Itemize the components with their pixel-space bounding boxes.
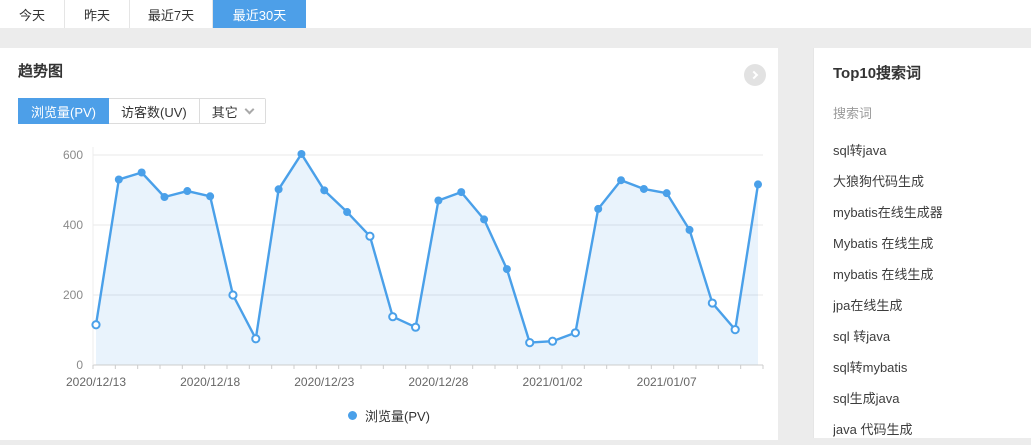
data-point[interactable] — [503, 265, 511, 273]
data-point-hollow[interactable] — [366, 233, 373, 240]
y-axis-label: 200 — [63, 288, 83, 302]
data-point[interactable] — [343, 208, 351, 216]
expand-arrow-button[interactable] — [744, 64, 766, 86]
x-axis-label: 2020/12/28 — [408, 375, 468, 389]
data-point[interactable] — [183, 187, 191, 195]
date-tab-2[interactable]: 最近7天 — [130, 0, 213, 28]
data-point[interactable] — [275, 185, 283, 193]
trend-panel: 趋势图 浏览量(PV) 访客数(UV) 其它 0 200 400 600 2020/12/1… — [0, 48, 778, 440]
date-range-tabbar: 今天昨天最近7天最近30天 — [0, 0, 1031, 28]
x-axis-label: 2020/12/23 — [294, 375, 354, 389]
data-point-hollow[interactable] — [526, 339, 533, 346]
search-word-column-header: 搜索词 — [833, 103, 1031, 123]
search-word-item-7[interactable]: sql转mybatis — [833, 351, 1031, 382]
chevron-down-icon — [244, 104, 254, 114]
x-axis-label: 2021/01/02 — [523, 375, 583, 389]
y-axis-label: 0 — [76, 358, 83, 372]
legend-label: 浏览量(PV) — [365, 406, 430, 425]
chart-legend[interactable]: 浏览量(PV) — [0, 406, 778, 425]
search-word-item-8[interactable]: sql生成java — [833, 382, 1031, 413]
data-point-hollow[interactable] — [229, 291, 236, 298]
trend-line-chart[interactable]: 0 200 400 600 2020/12/13 2020/12/18 2020/12/23… — [0, 140, 778, 402]
search-word-item-6[interactable]: sql 转java — [833, 320, 1031, 351]
metric-tab-0[interactable]: 浏览量(PV) — [18, 98, 109, 124]
top10-search-words-panel: Top10搜索词 搜索词 sql转java大狼狗代码生成mybatis在线生成器… — [813, 48, 1031, 438]
data-point[interactable] — [617, 176, 625, 184]
data-point-hollow[interactable] — [412, 324, 419, 331]
data-point[interactable] — [686, 226, 694, 234]
data-point[interactable] — [434, 197, 442, 205]
data-point-hollow[interactable] — [572, 329, 579, 336]
data-point[interactable] — [138, 169, 146, 177]
data-point[interactable] — [640, 185, 648, 193]
data-point[interactable] — [206, 192, 214, 200]
legend-dot-icon — [348, 411, 357, 420]
analytics-dashboard: { "page": { "background": "#ececec", "ac… — [0, 0, 1031, 445]
search-word-item-2[interactable]: mybatis在线生成器 — [833, 196, 1031, 227]
data-point-hollow[interactable] — [389, 313, 396, 320]
search-word-item-3[interactable]: Mybatis 在线生成 — [833, 227, 1031, 258]
data-point[interactable] — [160, 193, 168, 201]
search-word-item-5[interactable]: jpa在线生成 — [833, 289, 1031, 320]
search-word-item-1[interactable]: 大狼狗代码生成 — [833, 165, 1031, 196]
metric-tab-2[interactable]: 其它 — [200, 99, 265, 123]
date-tab-0[interactable]: 今天 — [0, 0, 65, 28]
x-axis-label: 2020/12/18 — [180, 375, 240, 389]
metric-tabbar: 浏览量(PV) 访客数(UV) 其它 — [18, 98, 266, 124]
data-point[interactable] — [480, 215, 488, 223]
data-point[interactable] — [320, 186, 328, 194]
y-axis-label: 400 — [63, 218, 83, 232]
search-word-item-9[interactable]: java 代码生成 — [833, 413, 1031, 444]
date-tab-1[interactable]: 昨天 — [65, 0, 130, 28]
metric-tab-label: 访客数(UV) — [121, 102, 187, 121]
trend-chart-svg: 0 200 400 600 2020/12/13 2020/12/18 2020/12/23… — [0, 140, 778, 402]
data-point[interactable] — [754, 180, 762, 188]
search-word-list: sql转java大狼狗代码生成mybatis在线生成器Mybatis 在线生成m… — [833, 134, 1031, 444]
search-word-item-0[interactable]: sql转java — [833, 134, 1031, 165]
data-point-hollow[interactable] — [709, 299, 716, 306]
metric-tab-label: 其它 — [212, 102, 238, 121]
date-tab-3[interactable]: 最近30天 — [213, 0, 306, 28]
data-point[interactable] — [457, 188, 465, 196]
data-point-hollow[interactable] — [252, 335, 259, 342]
trend-panel-title: 趋势图 — [18, 60, 63, 81]
y-axis-label: 600 — [63, 148, 83, 162]
x-axis-label: 2021/01/07 — [637, 375, 697, 389]
data-point[interactable] — [663, 189, 671, 197]
data-point-hollow[interactable] — [732, 326, 739, 333]
metric-tab-label: 浏览量(PV) — [31, 102, 96, 121]
x-axis-label: 2020/12/13 — [66, 375, 126, 389]
data-point-hollow[interactable] — [92, 321, 99, 328]
chevron-right-icon — [750, 71, 758, 79]
data-point[interactable] — [115, 176, 123, 184]
data-point[interactable] — [594, 205, 602, 213]
metric-tab-1[interactable]: 访客数(UV) — [109, 99, 200, 123]
top10-title: Top10搜索词 — [833, 62, 1031, 83]
search-word-item-4[interactable]: mybatis 在线生成 — [833, 258, 1031, 289]
data-point-hollow[interactable] — [549, 338, 556, 345]
data-point[interactable] — [297, 150, 305, 158]
